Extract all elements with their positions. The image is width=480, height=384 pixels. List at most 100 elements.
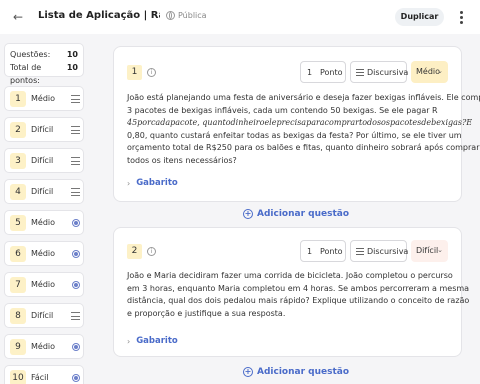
question-number-badge: 3 bbox=[10, 153, 26, 169]
chevron-down-icon: ⌄ bbox=[437, 67, 443, 75]
lines-icon bbox=[71, 95, 80, 103]
difficulty-label: Médio bbox=[31, 342, 56, 351]
question-number-badge: 9 bbox=[10, 339, 26, 355]
chevron-down-icon: ⌄ bbox=[437, 246, 443, 254]
difficulty-label: Médio bbox=[31, 280, 56, 289]
plus-icon: + bbox=[243, 367, 253, 377]
points-field[interactable]: 1 Ponto bbox=[300, 240, 346, 262]
question-card: 1 i 1 Ponto Discursiva Médio ⌄ João está… bbox=[113, 46, 480, 202]
answer-key-label: Gabarito bbox=[136, 178, 178, 188]
question-text-line: orçamento total de R$250 para os balões … bbox=[127, 143, 480, 152]
answer-key-toggle[interactable]: › Gabarito bbox=[127, 178, 178, 188]
question-nav-item[interactable]: 8 Difícil bbox=[4, 303, 84, 328]
add-question-button[interactable]: + Adicionar questão bbox=[243, 209, 349, 219]
question-nav-item[interactable]: 10 Fácil bbox=[4, 365, 84, 384]
visibility-indicator: Pública bbox=[166, 11, 207, 20]
points-value: 1 bbox=[307, 247, 313, 256]
difficulty-label: Difícil bbox=[31, 156, 54, 165]
question-text-line: João está planejando uma festa de aniver… bbox=[127, 93, 480, 102]
total-points-label: Total de pontos: bbox=[10, 63, 42, 85]
lines-icon bbox=[71, 157, 80, 165]
question-number: 1 bbox=[127, 65, 142, 80]
back-arrow-icon[interactable]: ← bbox=[10, 9, 26, 25]
points-value: 1 bbox=[307, 68, 313, 77]
question-number-badge: 2 bbox=[10, 122, 26, 138]
question-nav-item[interactable]: 1 Médio bbox=[4, 86, 84, 111]
difficulty-label: Difícil bbox=[31, 311, 54, 320]
difficulty-label: Difícil bbox=[416, 246, 439, 255]
add-question-label: Adicionar questão bbox=[257, 367, 350, 377]
plus-icon: + bbox=[243, 209, 253, 219]
question-nav-item[interactable]: 6 Médio bbox=[4, 241, 84, 266]
question-text-line: distância, qual dos dois pedalou mais rá… bbox=[127, 296, 470, 305]
radio-icon bbox=[72, 219, 80, 227]
question-number-badge: 6 bbox=[10, 246, 26, 262]
add-question-label: Adicionar questão bbox=[257, 209, 350, 219]
summary-box: Questões: 10 Total de pontos: 10 bbox=[4, 43, 84, 85]
question-text-line: todos os itens necessários? bbox=[127, 155, 237, 165]
difficulty-select[interactable]: Difícil ⌄ bbox=[411, 240, 448, 262]
question-text: João está planejando uma festa de aniver… bbox=[127, 92, 480, 167]
points-field[interactable]: 1 Ponto bbox=[300, 61, 346, 83]
radio-icon bbox=[72, 343, 80, 351]
points-label: Ponto bbox=[320, 68, 343, 77]
total-points-value: 10 bbox=[66, 63, 78, 72]
duplicate-button[interactable]: Duplicar bbox=[395, 8, 444, 26]
difficulty-select[interactable]: Médio ⌄ bbox=[411, 61, 448, 83]
question-text-line: João e Maria decidiram fazer uma corrida… bbox=[127, 271, 453, 280]
question-number: 2 bbox=[127, 244, 142, 259]
question-text-line: e proporção e justifique a sua resposta. bbox=[127, 308, 286, 318]
question-card: 2 i 1 Ponto Discursiva Difícil ⌄ João e … bbox=[113, 227, 469, 357]
difficulty-label: Difícil bbox=[31, 125, 54, 134]
question-text-line: 45porcadapacote, quantodinheiroeleprecis… bbox=[127, 118, 473, 127]
answer-key-label: Gabarito bbox=[136, 336, 178, 346]
question-text-line: 0,80, quanto custará enfeitar todas as b… bbox=[127, 130, 462, 140]
question-text-line: em 3 horas, enquanto Maria completou em … bbox=[127, 283, 470, 293]
answer-key-toggle[interactable]: › Gabarito bbox=[127, 336, 178, 346]
question-text-line: 3 pacotes de bexigas infláveis, cada um … bbox=[127, 105, 438, 115]
lines-icon bbox=[356, 69, 364, 76]
question-number-badge: 8 bbox=[10, 308, 26, 324]
info-icon[interactable]: i bbox=[147, 68, 156, 77]
radio-icon bbox=[72, 374, 80, 382]
add-question-button[interactable]: + Adicionar questão bbox=[243, 367, 349, 377]
question-nav-item[interactable]: 3 Difícil bbox=[4, 148, 84, 173]
lines-icon bbox=[71, 188, 80, 196]
question-nav-item[interactable]: 9 Médio bbox=[4, 334, 84, 359]
top-bar: ← Lista de Aplicação | Razões... Pública… bbox=[0, 0, 480, 34]
lines-icon bbox=[356, 248, 364, 255]
question-number-badge: 5 bbox=[10, 215, 26, 231]
points-label: Ponto bbox=[320, 247, 343, 256]
lines-icon bbox=[71, 312, 80, 320]
question-number-badge: 4 bbox=[10, 184, 26, 200]
info-icon[interactable]: i bbox=[147, 247, 156, 256]
questions-count-value: 10 bbox=[66, 50, 78, 59]
difficulty-label: Fácil bbox=[31, 373, 49, 382]
page-title: Lista de Aplicação | Razões... bbox=[38, 10, 160, 21]
question-number-badge: 7 bbox=[10, 277, 26, 293]
difficulty-label: Médio bbox=[31, 94, 56, 103]
question-number-badge: 10 bbox=[10, 370, 26, 384]
globe-icon bbox=[166, 11, 175, 20]
radio-icon bbox=[72, 250, 80, 258]
question-text: João e Maria decidiram fazer uma corrida… bbox=[127, 270, 469, 320]
more-options-icon[interactable] bbox=[455, 9, 467, 25]
question-nav-item[interactable]: 7 Médio bbox=[4, 272, 84, 297]
question-nav-item[interactable]: 2 Difícil bbox=[4, 117, 84, 142]
question-number-badge: 1 bbox=[10, 91, 26, 107]
visibility-label: Pública bbox=[178, 11, 207, 20]
question-type-select[interactable]: Discursiva bbox=[350, 61, 409, 83]
lines-icon bbox=[71, 126, 80, 134]
difficulty-label: Difícil bbox=[31, 187, 54, 196]
radio-icon bbox=[72, 281, 80, 289]
question-nav-item[interactable]: 5 Médio bbox=[4, 210, 84, 235]
chevron-right-icon: › bbox=[127, 336, 131, 346]
question-type-select[interactable]: Discursiva bbox=[350, 240, 409, 262]
question-type-label: Discursiva bbox=[367, 247, 409, 256]
question-nav-item[interactable]: 4 Difícil bbox=[4, 179, 84, 204]
difficulty-label: Médio bbox=[31, 218, 56, 227]
difficulty-label: Médio bbox=[31, 249, 56, 258]
questions-count-label: Questões: bbox=[10, 50, 51, 59]
question-type-label: Discursiva bbox=[367, 68, 409, 77]
chevron-right-icon: › bbox=[127, 178, 131, 188]
